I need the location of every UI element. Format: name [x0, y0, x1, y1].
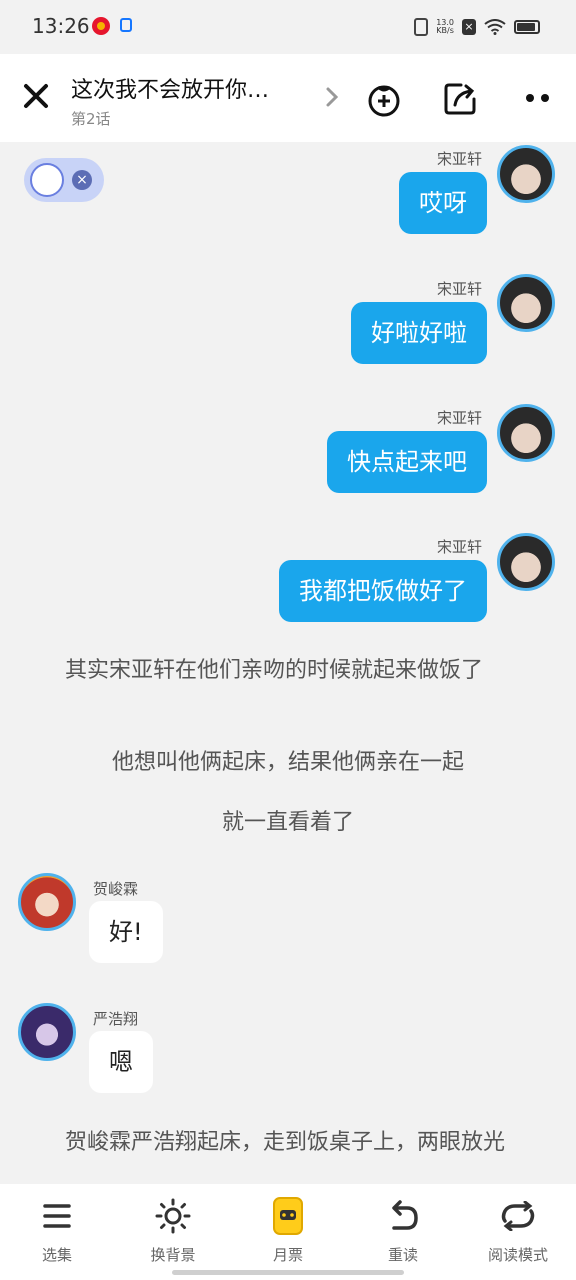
gift-bag-icon	[368, 85, 400, 117]
close-button[interactable]	[18, 76, 54, 116]
tab-reading-mode[interactable]: 阅读模式	[473, 1196, 563, 1266]
chat-bubble[interactable]: 好!	[89, 901, 163, 963]
share-icon	[444, 83, 476, 115]
net-speed-unit: KB/s	[436, 26, 454, 35]
floating-audio-widget[interactable]: ×	[24, 158, 104, 202]
tab-reread[interactable]: 重读	[358, 1196, 448, 1266]
close-icon	[24, 84, 48, 108]
tab-monthly-ticket[interactable]: 月票	[243, 1196, 333, 1266]
vibrate-icon	[414, 18, 429, 36]
avatar[interactable]	[18, 1003, 76, 1061]
more-icon	[526, 94, 549, 102]
app-icon	[120, 18, 132, 32]
status-time: 13:26	[32, 14, 90, 38]
weibo-icon	[92, 17, 110, 35]
widget-close-icon[interactable]: ×	[72, 170, 92, 190]
narration-text: 就一直看着了	[221, 810, 354, 835]
chat-bubble[interactable]: 好啦好啦	[351, 302, 487, 364]
avatar[interactable]	[497, 404, 555, 462]
chat-area[interactable]: 宋亚轩 哎呀 宋亚轩 好啦好啦 宋亚轩 快点起来吧 宋亚轩 我都把饭做好了 其实…	[0, 142, 576, 1184]
avatar[interactable]	[18, 873, 76, 931]
share-button[interactable]	[440, 78, 480, 118]
header: 这次我不会放开你… 第2话	[0, 54, 576, 142]
chevron-right-icon[interactable]	[318, 82, 346, 112]
list-icon	[43, 1204, 71, 1228]
status-bar: 13:26 13.0 KB/s ×	[0, 0, 576, 54]
chat-bubble[interactable]: 快点起来吧	[327, 431, 487, 493]
tab-label: 月票	[272, 1246, 303, 1264]
episode-label: 第2话	[71, 110, 111, 128]
tab-episodes[interactable]: 选集	[12, 1196, 102, 1266]
avatar[interactable]	[497, 274, 555, 332]
bottom-toolbar: 选集 换背景 月票 重读 阅读模式	[0, 1184, 576, 1280]
speaker-name: 宋亚轩	[436, 280, 482, 298]
undo-icon	[392, 1200, 418, 1230]
net-speed: 13.0 KB/s	[436, 19, 454, 35]
avatar[interactable]	[497, 533, 555, 591]
avatar[interactable]	[497, 145, 555, 203]
speaker-name: 贺峻霖	[93, 880, 139, 898]
chat-bubble[interactable]: 嗯	[89, 1031, 153, 1093]
narration-text: 贺峻霖严浩翔起床，走到饭桌子上，两眼放光	[65, 1130, 506, 1155]
narration-text: 他想叫他俩起床，结果他俩亲在一起	[111, 750, 464, 775]
paw-icon	[30, 163, 64, 197]
gift-bag-button[interactable]	[364, 78, 404, 118]
more-button[interactable]	[518, 78, 558, 118]
tab-label: 重读	[387, 1246, 418, 1264]
tab-change-background[interactable]: 换背景	[128, 1196, 218, 1266]
sun-icon	[155, 1198, 191, 1234]
status-icons: 13.0 KB/s ×	[414, 16, 540, 38]
tab-label: 换背景	[150, 1246, 196, 1264]
ticket-icon	[273, 1197, 303, 1235]
repeat-icon	[501, 1201, 535, 1231]
speaker-name: 宋亚轩	[436, 538, 482, 556]
wifi-icon	[484, 19, 506, 35]
speaker-name: 宋亚轩	[436, 409, 482, 427]
speaker-name: 宋亚轩	[436, 150, 482, 168]
tab-label: 选集	[41, 1246, 72, 1264]
narration-text: 其实宋亚轩在他们亲吻的时候就起来做饭了	[65, 658, 484, 683]
battery-icon	[514, 20, 540, 34]
home-indicator[interactable]	[172, 1270, 404, 1275]
speaker-name: 严浩翔	[93, 1010, 139, 1028]
chat-bubble[interactable]: 哎呀	[399, 172, 487, 234]
no-sim-icon: ×	[462, 19, 476, 35]
story-title[interactable]: 这次我不会放开你…	[71, 72, 269, 104]
tab-label: 阅读模式	[487, 1246, 548, 1264]
chat-bubble[interactable]: 我都把饭做好了	[279, 560, 487, 622]
